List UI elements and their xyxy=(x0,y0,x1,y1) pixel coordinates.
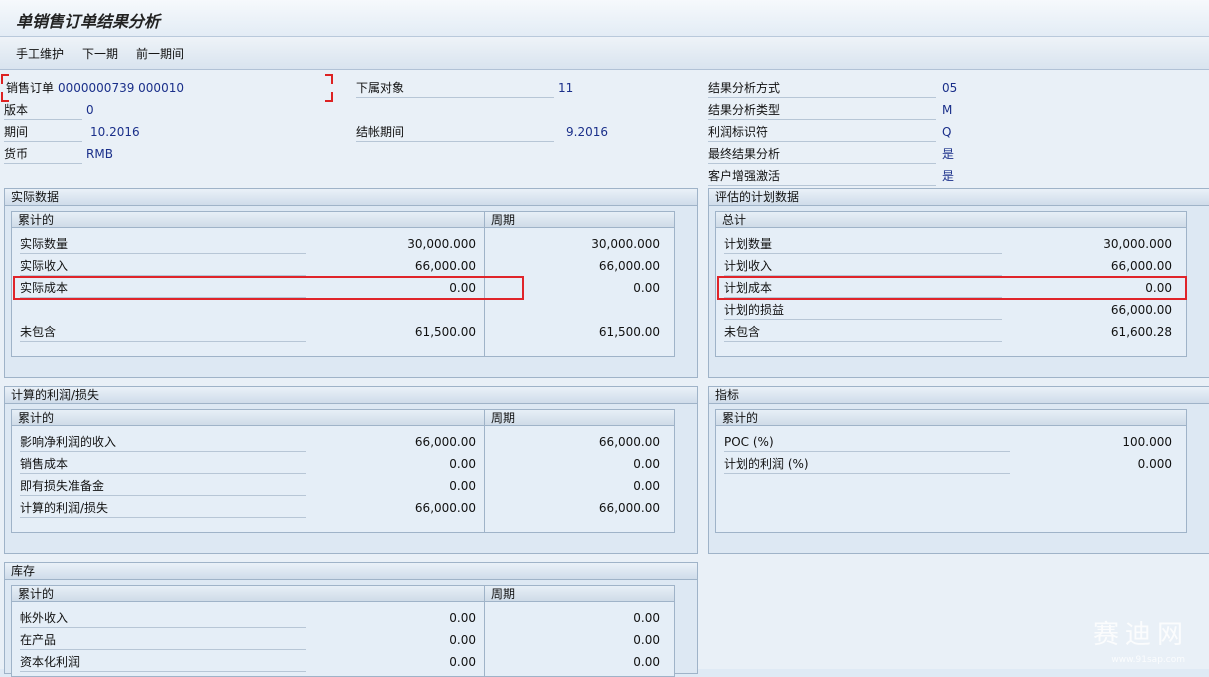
calc-period-header: 周期 xyxy=(485,410,674,426)
capitalized-profit-label: 资本化利润 xyxy=(20,654,306,672)
planned-revenue-value: 66,000.00 xyxy=(1110,259,1172,273)
calc-revenue-cum: 66,000.00 xyxy=(414,435,476,449)
final-ra-value[interactable]: 是 xyxy=(942,146,954,163)
planned-revenue-label: 计划收入 xyxy=(724,258,1002,276)
calc-profit-title: 计算的利润/损失 xyxy=(5,387,697,404)
wip-period: 0.00 xyxy=(633,633,660,647)
calc-reserve-period: 0.00 xyxy=(633,479,660,493)
title-bar: 单销售订单结果分析 xyxy=(0,0,1209,37)
capitalized-profit-period: 0.00 xyxy=(633,655,660,669)
currency-value[interactable]: RMB xyxy=(86,146,113,163)
capitalized-profit-cum: 0.00 xyxy=(449,655,476,669)
off-book-revenue-label: 帐外收入 xyxy=(20,610,306,628)
planned-not-included-label: 未包含 xyxy=(724,324,1002,342)
calc-pl-cum: 66,000.00 xyxy=(414,501,476,515)
actual-cost-highlight xyxy=(13,276,524,300)
page-title: 单销售订单结果分析 xyxy=(16,12,161,31)
final-ra-label: 最终结果分析 xyxy=(708,146,936,164)
planned-profit-pct-value: 0.000 xyxy=(1137,457,1172,471)
application-toolbar: 手工维护 下一期 前一期间 xyxy=(0,37,1209,70)
actual-not-included-period: 61,500.00 xyxy=(598,325,660,339)
ra-method-value[interactable]: 05 xyxy=(942,80,957,97)
off-book-revenue-cum: 0.00 xyxy=(449,611,476,625)
ra-method-label: 结果分析方式 xyxy=(708,80,936,98)
calc-revenue-label: 影响净利润的收入 xyxy=(20,434,306,452)
actual-not-included-cum: 61,500.00 xyxy=(414,325,476,339)
actual-qty-cum: 30,000.000 xyxy=(407,237,476,251)
off-book-revenue-period: 0.00 xyxy=(633,611,660,625)
inventory-grid: 累计的 周期 帐外收入 0.00 0.00 在产品 0.00 0.00 资本化利… xyxy=(11,585,675,677)
closing-period-label: 结帐期间 xyxy=(356,124,554,142)
calc-pl-period: 66,000.00 xyxy=(598,501,660,515)
planned-pl-value: 66,000.00 xyxy=(1110,303,1172,317)
inventory-panel: 库存 累计的 周期 帐外收入 0.00 0.00 在产品 0.00 0.00 资… xyxy=(4,562,698,677)
previous-period-button[interactable]: 前一期间 xyxy=(136,45,184,62)
planned-pl-label: 计划的损益 xyxy=(724,302,1002,320)
customer-enhancement-value[interactable]: 是 xyxy=(942,168,954,185)
currency-label: 货币 xyxy=(4,146,82,164)
calc-cogs-cum: 0.00 xyxy=(449,457,476,471)
actual-data-title: 实际数据 xyxy=(5,189,697,206)
planned-not-included-value: 61,600.28 xyxy=(1110,325,1172,339)
wip-cum: 0.00 xyxy=(449,633,476,647)
watermark-url: www.91sap.com xyxy=(1111,655,1185,665)
planned-qty-label: 计划数量 xyxy=(724,236,1002,254)
planned-total-header: 总计 xyxy=(716,212,1186,228)
calc-cum-header: 累计的 xyxy=(12,410,484,426)
actual-revenue-cum: 66,000.00 xyxy=(414,259,476,273)
poc-value: 100.000 xyxy=(1122,435,1172,449)
calc-pl-label: 计算的利润/损失 xyxy=(20,500,306,518)
poc-label: POC (%) xyxy=(724,434,1010,452)
ra-type-label: 结果分析类型 xyxy=(708,102,936,120)
indicators-panel: 指标 累计的 POC (%) 100.000 计划的利润 (%) 0.000 xyxy=(708,386,1209,554)
period-label: 期间 xyxy=(4,124,82,142)
actual-qty-label: 实际数量 xyxy=(20,236,306,254)
planned-cost-highlight xyxy=(717,276,1187,300)
indicators-cum-header: 累计的 xyxy=(716,410,1186,426)
version-label: 版本 xyxy=(4,102,82,120)
calc-reserve-label: 即有损失准备金 xyxy=(20,478,306,496)
calc-profit-panel: 计算的利润/损失 累计的 周期 影响净利润的收入 66,000.00 66,00… xyxy=(4,386,698,554)
sales-order-value[interactable]: 0000000739 000010 xyxy=(58,80,184,97)
watermark-logo: 赛迪网 xyxy=(1092,620,1189,650)
indicators-title: 指标 xyxy=(709,387,1209,404)
ra-type-value[interactable]: M xyxy=(942,102,952,119)
manual-maintain-button[interactable]: 手工维护 xyxy=(16,45,64,62)
sub-object-label: 下属对象 xyxy=(356,80,554,98)
actual-not-included-label: 未包含 xyxy=(20,324,306,342)
profit-indicator-label: 利润标识符 xyxy=(708,124,936,142)
calc-cogs-period: 0.00 xyxy=(633,457,660,471)
indicators-grid: 累计的 POC (%) 100.000 计划的利润 (%) 0.000 xyxy=(715,409,1187,533)
planned-data-title: 评估的计划数据 xyxy=(709,189,1209,206)
planned-profit-pct-label: 计划的利润 (%) xyxy=(724,456,1010,474)
actual-qty-period: 30,000.000 xyxy=(591,237,660,251)
period-value[interactable]: 10.2016 xyxy=(90,124,140,141)
inventory-title: 库存 xyxy=(5,563,697,580)
wip-label: 在产品 xyxy=(20,632,306,650)
inventory-cum-header: 累计的 xyxy=(12,586,484,602)
main-content: 销售订单 0000000739 000010 版本 0 期间 10.2016 货… xyxy=(0,70,1209,677)
sub-object-value[interactable]: 11 xyxy=(558,80,573,97)
actual-cum-header: 累计的 xyxy=(12,212,484,228)
version-value[interactable]: 0 xyxy=(86,102,94,119)
inventory-period-header: 周期 xyxy=(485,586,674,602)
calc-cogs-label: 销售成本 xyxy=(20,456,306,474)
calc-reserve-cum: 0.00 xyxy=(449,479,476,493)
actual-period-header: 周期 xyxy=(485,212,674,228)
calc-revenue-period: 66,000.00 xyxy=(598,435,660,449)
calc-profit-grid: 累计的 周期 影响净利润的收入 66,000.00 66,000.00 销售成本… xyxy=(11,409,675,533)
next-period-button[interactable]: 下一期 xyxy=(82,45,118,62)
actual-revenue-label: 实际收入 xyxy=(20,258,306,276)
customer-enhancement-label: 客户增强激活 xyxy=(708,168,936,186)
actual-revenue-period: 66,000.00 xyxy=(598,259,660,273)
profit-indicator-value[interactable]: Q xyxy=(942,124,951,141)
sales-order-label: 销售订单 xyxy=(6,81,55,95)
planned-qty-value: 30,000.000 xyxy=(1103,237,1172,251)
closing-period-value[interactable]: 9.2016 xyxy=(566,124,608,141)
